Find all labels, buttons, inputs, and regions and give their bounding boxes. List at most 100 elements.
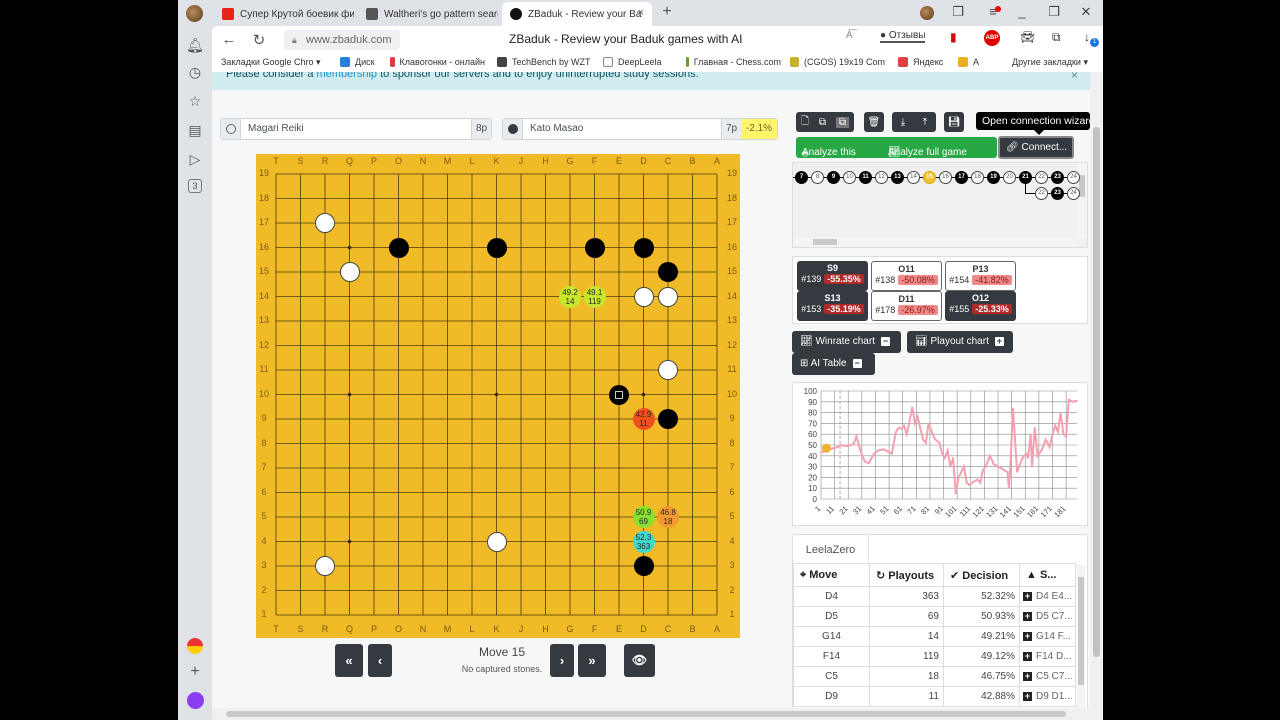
white-player-name[interactable]: Magari Reiki [241, 119, 471, 139]
add-icon[interactable]: + [186, 663, 204, 681]
bookmark-item[interactable]: Закладки Google Chro ▾ [221, 57, 321, 68]
copy-icon[interactable]: ⧉ [819, 117, 826, 128]
new-file-icon[interactable]: 🗋 [801, 114, 809, 131]
tree-node-23[interactable]: 23 [1051, 171, 1064, 184]
tab-youtube[interactable]: Супер Крутой боевик фил [214, 2, 354, 26]
bookmark-item[interactable]: Главная - Chess.com [686, 57, 781, 67]
mistake-card-O11[interactable]: O11 #138 -50.08% [871, 261, 942, 291]
back-button[interactable]: ← [220, 31, 238, 48]
black-player-name[interactable]: Kato Masao [523, 119, 721, 139]
close-window-button[interactable]: ✕ [1076, 4, 1096, 20]
tree-node-12[interactable]: 12 [875, 171, 888, 184]
eye-toggle-button[interactable]: 👁︎ [624, 644, 655, 677]
tree-node-24[interactable]: 24 [1067, 171, 1080, 184]
tree-node-8[interactable]: 8 [811, 171, 824, 184]
tree-node-10[interactable]: 10 [843, 171, 856, 184]
last-move-button[interactable]: » [578, 644, 606, 677]
tabs-icon[interactable]: ▤ [186, 121, 204, 139]
page-horizontal-scrollbar[interactable] [212, 708, 1090, 720]
page-vertical-scrollbar[interactable] [1090, 72, 1103, 720]
downloads-icon[interactable]: ↓ 1 [1084, 30, 1099, 47]
expand-sequence-icon[interactable]: + [1023, 592, 1032, 601]
bell-icon[interactable]: 🔔︎ [186, 36, 204, 54]
close-tab-icon[interactable]: × [638, 7, 644, 19]
ai-table-toggle[interactable]: ⊞ AI Table − [792, 353, 875, 375]
ai-table-row[interactable]: C5 18 46.75% + C5 C7... [793, 666, 1076, 687]
col-move[interactable]: ⌖ Move [793, 563, 870, 587]
upload-icon[interactable]: ⤒ [923, 117, 927, 128]
collections-icon[interactable]: ❐ [948, 4, 968, 20]
game-tree[interactable]: 7 8 9 10 11 12 13 14 15 16 17 18 19 20 21 22 23 24 22 23 24 [792, 162, 1088, 248]
tree-node-11[interactable]: 11 [859, 171, 872, 184]
mistake-card-D11[interactable]: D11 #178 -26.97% [871, 291, 942, 321]
star-icon[interactable]: ☆ [186, 92, 204, 110]
incognito-icon[interactable]: 🚘︎ [1020, 30, 1035, 44]
tree-node-17[interactable]: 17 [955, 171, 968, 184]
tree-node-18[interactable]: 18 [971, 171, 984, 184]
minimize-button[interactable]: _ [1012, 4, 1032, 19]
tree-node-16[interactable]: 16 [939, 171, 952, 184]
play-icon[interactable]: ▷ [186, 150, 204, 168]
ai-table-row[interactable]: F14 119 49.12% + F14 D... [793, 646, 1076, 667]
ai-table-row[interactable]: D5 69 50.93% + D5 C7... [793, 606, 1076, 627]
bookmark-icon[interactable]: ▮ [950, 30, 957, 44]
adblock-icon[interactable]: ABP [984, 30, 1000, 46]
mistake-card-P13[interactable]: P13 #154 -41.82% [945, 261, 1016, 291]
bookmark-item[interactable]: Яндекс [898, 57, 943, 67]
membership-link[interactable]: membership [317, 72, 378, 80]
tree-node-7[interactable]: 7 [795, 171, 808, 184]
playout-chart-toggle[interactable]: 📊︎ Playout chart + [907, 331, 1013, 353]
restore-button[interactable]: ❐ [1044, 4, 1064, 20]
tree-node-14[interactable]: 14 [907, 171, 920, 184]
ai-table-row[interactable]: D9 11 42.88% + D9 D1... [793, 686, 1076, 707]
tree-node-15[interactable]: 15 [923, 171, 936, 184]
winrate-chart[interactable]: 100 90 80 70 60 50 40 30 20 10 0 1 11 21 31 41 51 61 71 81 9… [792, 382, 1088, 526]
download-icon[interactable]: ⤓ [901, 117, 905, 128]
leelazero-tab[interactable]: LeelaZero [793, 535, 869, 563]
expand-sequence-icon[interactable]: + [1023, 692, 1032, 701]
expand-sequence-icon[interactable]: + [1023, 612, 1032, 621]
col-sequence[interactable]: ▲ S... [1019, 563, 1076, 587]
address-bar[interactable]: 🔒︎ www.zbaduk.com [284, 30, 400, 50]
tab-waltheri[interactable]: Waltheri's go pattern searc [358, 2, 498, 26]
col-decision[interactable]: ✔ Decision [943, 563, 1020, 587]
ai-hint-D4[interactable]: 52.3 363 [632, 530, 655, 553]
tree-node-9[interactable]: 9 [827, 171, 840, 184]
col-playouts[interactable]: ↻ Playouts [869, 563, 944, 587]
ai-table-row[interactable]: D4 363 52.32% + D4 E4... [793, 586, 1076, 607]
mistake-card-S13[interactable]: S13 #153 -35.19% [797, 291, 868, 321]
save-button[interactable]: 💾︎ [944, 112, 964, 132]
delete-button[interactable]: 🗑︎ [864, 112, 884, 132]
prev-move-button[interactable]: ‹ [368, 644, 392, 677]
expand-sequence-icon[interactable]: + [1023, 672, 1032, 681]
mistake-card-S9[interactable]: S9 #139 -55.35% [797, 261, 868, 291]
bookmark-item[interactable]: Диск [340, 57, 375, 67]
ai-hint-G14[interactable]: 49.2 14 [559, 285, 581, 308]
tree-horizontal-scrollbar[interactable] [793, 237, 1079, 247]
bookmark-item[interactable]: A [958, 57, 979, 67]
first-move-button[interactable]: « [335, 644, 363, 677]
winrate-chart-toggle[interactable]: 📈︎ Winrate chart − [792, 331, 901, 353]
feedback-button[interactable]: ● Отзывы [880, 30, 926, 43]
bookmark-item[interactable]: DeepLeela [603, 57, 662, 67]
mistake-card-O12[interactable]: O12 #155 -25.33% [945, 291, 1016, 321]
ai-hint-F14[interactable]: 49.1 119 [583, 285, 606, 308]
bookmark-item[interactable]: TechBench by WZT [497, 57, 592, 67]
ai-table-row[interactable]: G14 14 49.21% + G14 F... [793, 626, 1076, 647]
bookmark-item[interactable]: Клавогонки - онлайн [390, 57, 485, 67]
reload-button[interactable]: ↻ [250, 31, 268, 49]
translate-icon[interactable]: A͞ [846, 30, 853, 41]
ai-hint-C5[interactable]: 46.8 18 [657, 506, 679, 528]
alert-close-button[interactable]: × [1071, 72, 1078, 81]
menu-icon[interactable]: ≡ [983, 4, 1003, 19]
tree-node-20[interactable]: 20 [1003, 171, 1016, 184]
tree-node-13[interactable]: 13 [891, 171, 904, 184]
ai-hint-D5[interactable]: 50.9 69 [632, 506, 655, 528]
tree-node-22[interactable]: 22 [1035, 171, 1048, 184]
next-move-button[interactable]: › [550, 644, 574, 677]
other-bookmarks[interactable]: Другие закладки ▾ [1012, 57, 1088, 68]
paste-icon[interactable]: ⧉ [835, 116, 850, 128]
connect-button[interactable]: 🔗︎ Connect... [998, 136, 1074, 159]
history-icon[interactable]: ◷ [186, 63, 204, 81]
tree-branch-node-22[interactable]: 22 [1035, 187, 1048, 200]
